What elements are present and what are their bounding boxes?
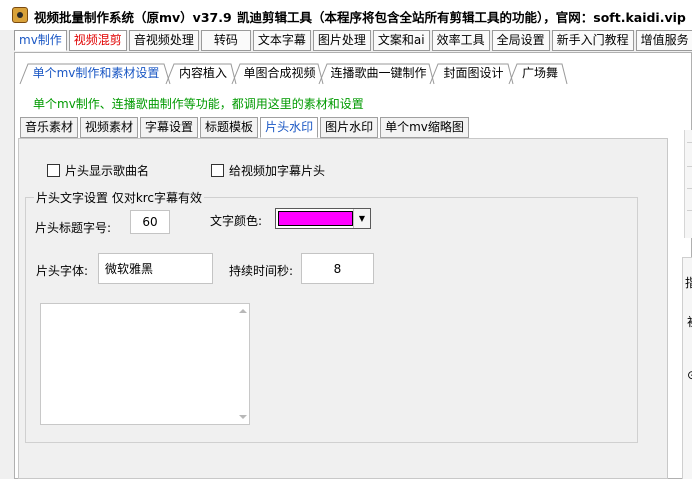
add-subtitle-opening-label: 给视频加字幕片头 <box>229 164 326 178</box>
title-font-size-input[interactable]: 60 <box>130 210 170 234</box>
tab-global-settings[interactable]: 全局设置 <box>491 30 550 51</box>
text-color-swatch <box>278 211 353 226</box>
font-label: 片头字体: <box>36 264 89 278</box>
tab-title-template[interactable]: 标题模板 <box>200 117 259 138</box>
tab-music-material[interactable]: 音乐素材 <box>20 117 79 138</box>
subtab-square-dance[interactable]: 广场舞 <box>515 63 565 84</box>
divider <box>687 210 692 211</box>
chevron-down-icon[interactable]: ▼ <box>353 209 370 228</box>
duration-label: 持续时间秒: <box>229 264 294 278</box>
divider <box>687 166 692 167</box>
opening-text-area[interactable] <box>40 303 250 425</box>
show-song-name-label: 片头显示歌曲名 <box>65 164 150 178</box>
tab-subtitle-settings[interactable]: 字幕设置 <box>140 117 199 138</box>
subtab-continuous-songs[interactable]: 连播歌曲一键制作 <box>325 63 432 84</box>
right-side-panel-lower: 指 初 ⊙ <box>682 257 692 479</box>
edge-glyph: 指 <box>685 276 692 290</box>
app-logo-icon <box>12 7 28 23</box>
textarea-scrollbar[interactable] <box>237 304 249 424</box>
subtab-single-image-video[interactable]: 单图合成视频 <box>238 63 321 84</box>
show-song-name-checkbox[interactable]: 片头显示歌曲名 <box>47 162 149 179</box>
add-subtitle-opening-checkbox[interactable]: 给视频加字幕片头 <box>211 162 325 179</box>
tab-video-material[interactable]: 视频素材 <box>80 117 139 138</box>
edge-glyph: 初 <box>687 313 692 330</box>
tab-image-processing[interactable]: 图片处理 <box>312 30 371 51</box>
group-title: 片头文字设置 仅对krc字幕有效 <box>34 189 205 206</box>
window-title: 视频批量制作系统（原mv）v37.9 <box>34 10 232 25</box>
duration-input[interactable]: 8 <box>301 253 374 284</box>
divider <box>687 142 692 143</box>
divider <box>687 188 692 189</box>
checkbox-box[interactable] <box>47 164 60 177</box>
tab-opening-watermark[interactable]: 片头水印 <box>260 117 319 138</box>
hint-text: 单个mv制作、连播歌曲制作等功能，都调用这里的素材和设置 <box>33 97 364 111</box>
tab-transcode[interactable]: 转码 <box>200 30 251 51</box>
tab-mv-thumbnail[interactable]: 单个mv缩略图 <box>380 117 469 138</box>
tab-image-watermark[interactable]: 图片水印 <box>320 117 379 138</box>
scroll-up-icon[interactable] <box>239 309 247 313</box>
tab-mv-production[interactable]: mv制作 <box>14 30 67 51</box>
title-font-size-label: 片头标题字号: <box>35 221 112 235</box>
subtab-content-insert[interactable]: 内容植入 <box>172 63 234 84</box>
subtab-single-mv[interactable]: 单个mv制作和素材设置 <box>28 63 164 84</box>
scroll-down-icon[interactable] <box>239 415 247 419</box>
tab-efficiency-tools[interactable]: 效率工具 <box>431 30 490 51</box>
tab-beginner-tutorial[interactable]: 新手入门教程 <box>551 30 634 51</box>
tab-video-remix[interactable]: 视频混剪 <box>68 30 127 51</box>
tab-copywriting-ai[interactable]: 文案和ai <box>372 30 430 51</box>
right-side-panel <box>684 130 692 238</box>
text-color-label: 文字颜色: <box>210 214 263 228</box>
checkbox-box[interactable] <box>211 164 224 177</box>
tab-audio-video[interactable]: 音视频处理 <box>128 30 199 51</box>
text-color-dropdown[interactable]: ▼ <box>275 208 371 229</box>
tab-value-added[interactable]: 增值服务 <box>635 30 692 51</box>
font-input[interactable]: 微软雅黑 <box>98 253 213 284</box>
main-tab-bar: mv制作 视频混剪 音视频处理 转码 文本字幕 图片处理 文案和ai 效率工具 … <box>14 30 692 52</box>
tab-text-subtitle[interactable]: 文本字幕 <box>252 30 311 51</box>
edge-glyph: ⊙ <box>687 368 692 382</box>
subtab-cover-design[interactable]: 封面图设计 <box>436 63 511 84</box>
window-subtitle: 凯迪剪辑工具（本程序将包含全站所有剪辑工具的功能），官网：soft.kaidi.… <box>237 10 686 25</box>
inner-tab-bar: 音乐素材 视频素材 字幕设置 标题模板 片头水印 图片水印 单个mv缩略图 <box>20 117 471 139</box>
title-bar: 视频批量制作系统（原mv）v37.9 凯迪剪辑工具（本程序将包含全站所有剪辑工具… <box>0 0 692 30</box>
